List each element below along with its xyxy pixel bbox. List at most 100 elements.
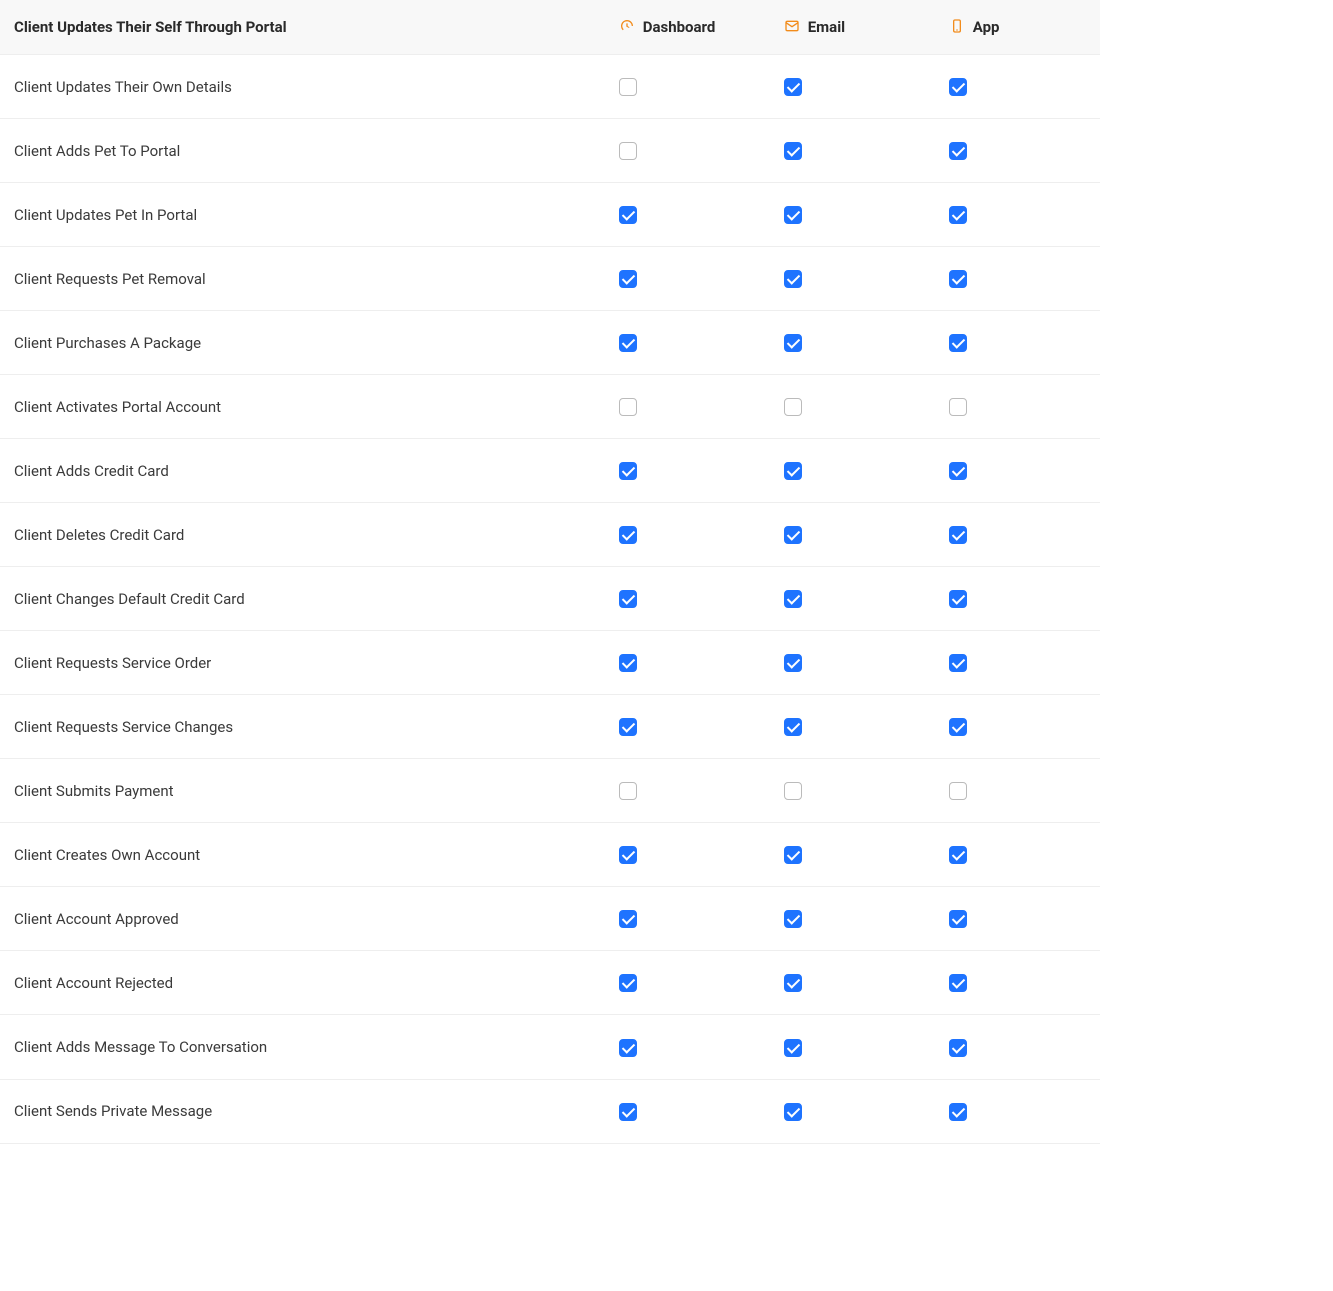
cell-dashboard bbox=[605, 1079, 770, 1143]
email-checkbox[interactable] bbox=[784, 78, 802, 96]
dashboard-checkbox[interactable] bbox=[619, 718, 637, 736]
email-checkbox[interactable] bbox=[784, 974, 802, 992]
dashboard-checkbox[interactable] bbox=[619, 142, 637, 160]
email-checkbox[interactable] bbox=[784, 526, 802, 544]
table-row: Client Changes Default Credit Card bbox=[0, 567, 1100, 631]
table-row: Client Sends Private Message bbox=[0, 1079, 1100, 1143]
email-checkbox[interactable] bbox=[784, 590, 802, 608]
cell-app bbox=[935, 1079, 1100, 1143]
cell-dashboard bbox=[605, 439, 770, 503]
app-checkbox[interactable] bbox=[949, 910, 967, 928]
email-checkbox[interactable] bbox=[784, 846, 802, 864]
cell-app bbox=[935, 119, 1100, 183]
cell-app bbox=[935, 631, 1100, 695]
email-checkbox[interactable] bbox=[784, 1039, 802, 1057]
email-checkbox[interactable] bbox=[784, 654, 802, 672]
dashboard-checkbox[interactable] bbox=[619, 846, 637, 864]
cell-dashboard bbox=[605, 951, 770, 1015]
dashboard-checkbox[interactable] bbox=[619, 334, 637, 352]
cell-dashboard bbox=[605, 55, 770, 119]
dashboard-checkbox[interactable] bbox=[619, 462, 637, 480]
cell-app bbox=[935, 55, 1100, 119]
cell-app bbox=[935, 695, 1100, 759]
app-checkbox[interactable] bbox=[949, 526, 967, 544]
cell-app bbox=[935, 183, 1100, 247]
app-checkbox[interactable] bbox=[949, 974, 967, 992]
email-checkbox[interactable] bbox=[784, 718, 802, 736]
cell-dashboard bbox=[605, 1015, 770, 1079]
cell-app bbox=[935, 311, 1100, 375]
app-checkbox[interactable] bbox=[949, 334, 967, 352]
email-checkbox[interactable] bbox=[784, 1103, 802, 1121]
app-checkbox[interactable] bbox=[949, 654, 967, 672]
dashboard-checkbox[interactable] bbox=[619, 270, 637, 288]
email-checkbox[interactable] bbox=[784, 142, 802, 160]
row-label: Client Deletes Credit Card bbox=[0, 503, 605, 567]
table-header-title: Client Updates Their Self Through Portal bbox=[0, 0, 605, 55]
email-checkbox[interactable] bbox=[784, 206, 802, 224]
cell-app bbox=[935, 1015, 1100, 1079]
cell-email bbox=[770, 119, 935, 183]
cell-app bbox=[935, 375, 1100, 439]
email-checkbox[interactable] bbox=[784, 462, 802, 480]
app-checkbox[interactable] bbox=[949, 142, 967, 160]
dashboard-checkbox[interactable] bbox=[619, 974, 637, 992]
cell-email bbox=[770, 1079, 935, 1143]
row-label: Client Adds Credit Card bbox=[0, 439, 605, 503]
app-checkbox[interactable] bbox=[949, 462, 967, 480]
email-checkbox[interactable] bbox=[784, 782, 802, 800]
notification-settings-table: Client Updates Their Self Through Portal… bbox=[0, 0, 1100, 1144]
cell-email bbox=[770, 759, 935, 823]
table-row: Client Account Rejected bbox=[0, 951, 1100, 1015]
app-checkbox[interactable] bbox=[949, 398, 967, 416]
app-checkbox[interactable] bbox=[949, 1039, 967, 1057]
table-row: Client Adds Credit Card bbox=[0, 439, 1100, 503]
table-row: Client Adds Message To Conversation bbox=[0, 1015, 1100, 1079]
cell-dashboard bbox=[605, 887, 770, 951]
dashboard-checkbox[interactable] bbox=[619, 526, 637, 544]
row-label: Client Account Approved bbox=[0, 887, 605, 951]
cell-email bbox=[770, 567, 935, 631]
dashboard-checkbox[interactable] bbox=[619, 782, 637, 800]
email-checkbox[interactable] bbox=[784, 270, 802, 288]
column-label-app: App bbox=[973, 18, 1000, 36]
table-row: Client Account Approved bbox=[0, 887, 1100, 951]
dashboard-checkbox[interactable] bbox=[619, 590, 637, 608]
app-checkbox[interactable] bbox=[949, 782, 967, 800]
dashboard-checkbox[interactable] bbox=[619, 910, 637, 928]
cell-dashboard bbox=[605, 183, 770, 247]
row-label: Client Changes Default Credit Card bbox=[0, 567, 605, 631]
email-checkbox[interactable] bbox=[784, 334, 802, 352]
cell-dashboard bbox=[605, 631, 770, 695]
cell-app bbox=[935, 887, 1100, 951]
email-checkbox[interactable] bbox=[784, 398, 802, 416]
row-label: Client Purchases A Package bbox=[0, 311, 605, 375]
app-checkbox[interactable] bbox=[949, 78, 967, 96]
app-checkbox[interactable] bbox=[949, 590, 967, 608]
cell-app bbox=[935, 439, 1100, 503]
dashboard-checkbox[interactable] bbox=[619, 1039, 637, 1057]
app-checkbox[interactable] bbox=[949, 1103, 967, 1121]
cell-app bbox=[935, 951, 1100, 1015]
app-checkbox[interactable] bbox=[949, 206, 967, 224]
dashboard-checkbox[interactable] bbox=[619, 398, 637, 416]
app-checkbox[interactable] bbox=[949, 270, 967, 288]
cell-email bbox=[770, 1015, 935, 1079]
dashboard-checkbox[interactable] bbox=[619, 206, 637, 224]
dashboard-checkbox[interactable] bbox=[619, 1103, 637, 1121]
table-row: Client Deletes Credit Card bbox=[0, 503, 1100, 567]
table-row: Client Activates Portal Account bbox=[0, 375, 1100, 439]
cell-dashboard bbox=[605, 119, 770, 183]
app-checkbox[interactable] bbox=[949, 846, 967, 864]
cell-email bbox=[770, 631, 935, 695]
cell-dashboard bbox=[605, 311, 770, 375]
row-label: Client Creates Own Account bbox=[0, 823, 605, 887]
cell-email bbox=[770, 887, 935, 951]
dashboard-checkbox[interactable] bbox=[619, 654, 637, 672]
dashboard-checkbox[interactable] bbox=[619, 78, 637, 96]
cell-app bbox=[935, 823, 1100, 887]
section-title: Client Updates Their Self Through Portal bbox=[14, 18, 287, 36]
email-checkbox[interactable] bbox=[784, 910, 802, 928]
cell-email bbox=[770, 375, 935, 439]
app-checkbox[interactable] bbox=[949, 718, 967, 736]
